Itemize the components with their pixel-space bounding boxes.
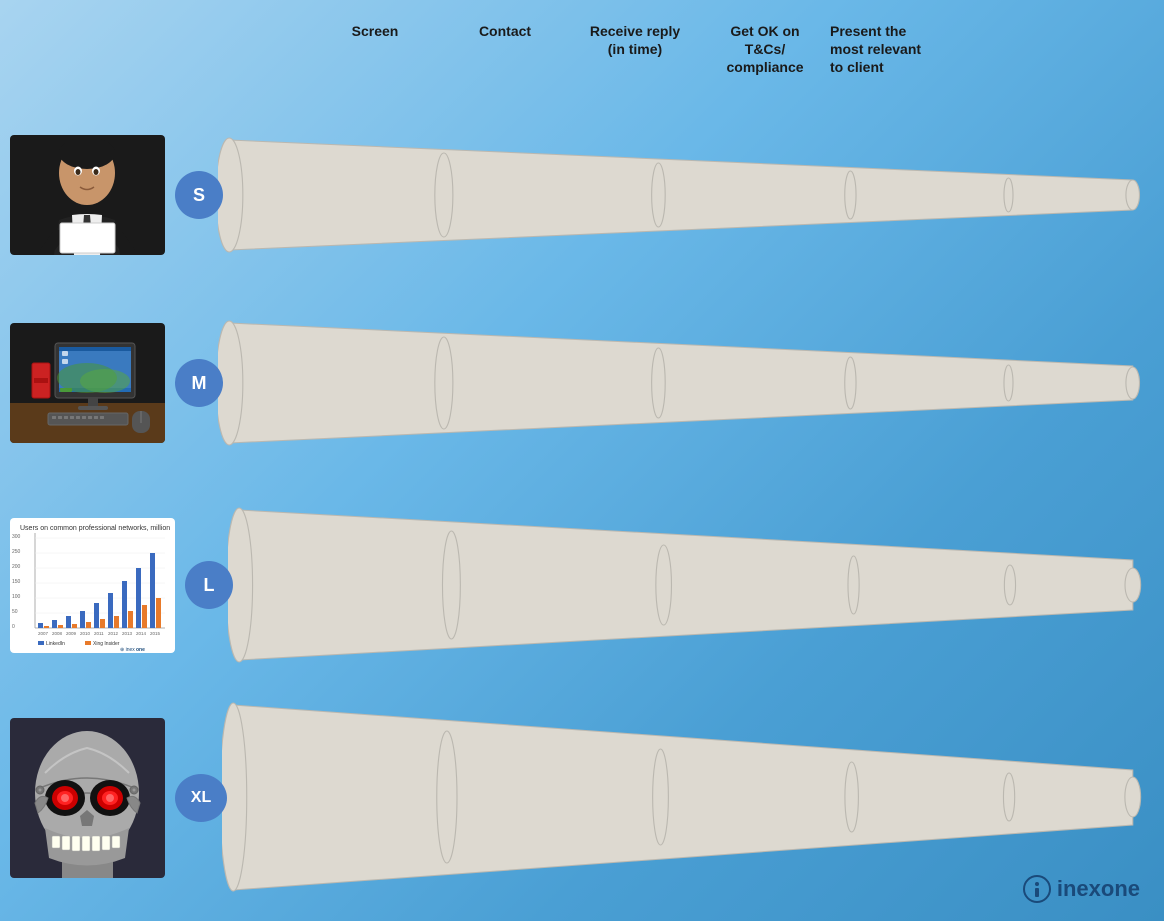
size-badge-m: M — [175, 359, 223, 407]
svg-text:2007: 2007 — [38, 631, 49, 636]
svg-text:2008: 2008 — [52, 631, 63, 636]
logo-text: inexone — [1057, 876, 1140, 902]
header-contact: Contact — [440, 22, 570, 40]
svg-text:300: 300 — [12, 534, 21, 540]
svg-text:2012: 2012 — [108, 631, 119, 636]
svg-text:2013: 2013 — [122, 631, 133, 636]
svg-text:50: 50 — [12, 609, 18, 615]
svg-text:2015: 2015 — [150, 631, 161, 636]
funnel-m — [218, 308, 1144, 458]
avatar-m — [10, 323, 165, 443]
row-s: S — [10, 120, 1144, 270]
svg-text:100: 100 — [12, 594, 21, 600]
size-badge-s: S — [175, 171, 223, 219]
svg-text:200: 200 — [12, 564, 21, 570]
svg-text:2009: 2009 — [66, 631, 77, 636]
header-ok: Get OK onT&Cs/compliance — [700, 22, 830, 77]
size-badge-l: L — [185, 561, 233, 609]
svg-text:Xing Insider: Xing Insider — [93, 641, 120, 647]
svg-text:2014: 2014 — [136, 631, 147, 636]
header-screen: Screen — [310, 22, 440, 40]
header-present: Present themost relevantto client — [830, 22, 980, 77]
svg-text:0: 0 — [12, 624, 15, 630]
size-badge-xl: XL — [175, 774, 227, 822]
svg-text:LinkedIn: LinkedIn — [46, 641, 65, 647]
avatar-xl — [10, 718, 165, 878]
logo-icon — [1023, 875, 1051, 903]
avatar-l: Users on common professional networks, m… — [10, 518, 175, 653]
avatar-s — [10, 135, 165, 255]
funnel-s — [218, 120, 1144, 270]
row-m: M — [10, 308, 1144, 458]
svg-text:Users on common professional n: Users on common professional networks, m… — [20, 525, 170, 532]
funnel-l — [228, 500, 1144, 670]
row-l: Users on common professional networks, m… — [10, 500, 1144, 670]
header-row: Screen Contact Receive reply(in time) Ge… — [310, 22, 1144, 77]
funnel-xl — [222, 700, 1144, 895]
svg-text:250: 250 — [12, 549, 21, 555]
logo-area: inexone — [1023, 875, 1140, 903]
svg-text:2010: 2010 — [80, 631, 91, 636]
svg-text:one: one — [136, 647, 145, 653]
header-receive: Receive reply(in time) — [570, 22, 700, 58]
row-xl: XL — [10, 700, 1144, 895]
svg-text:150: 150 — [12, 579, 21, 585]
svg-text:⊕ inex: ⊕ inex — [120, 647, 135, 653]
svg-text:2011: 2011 — [94, 631, 104, 636]
